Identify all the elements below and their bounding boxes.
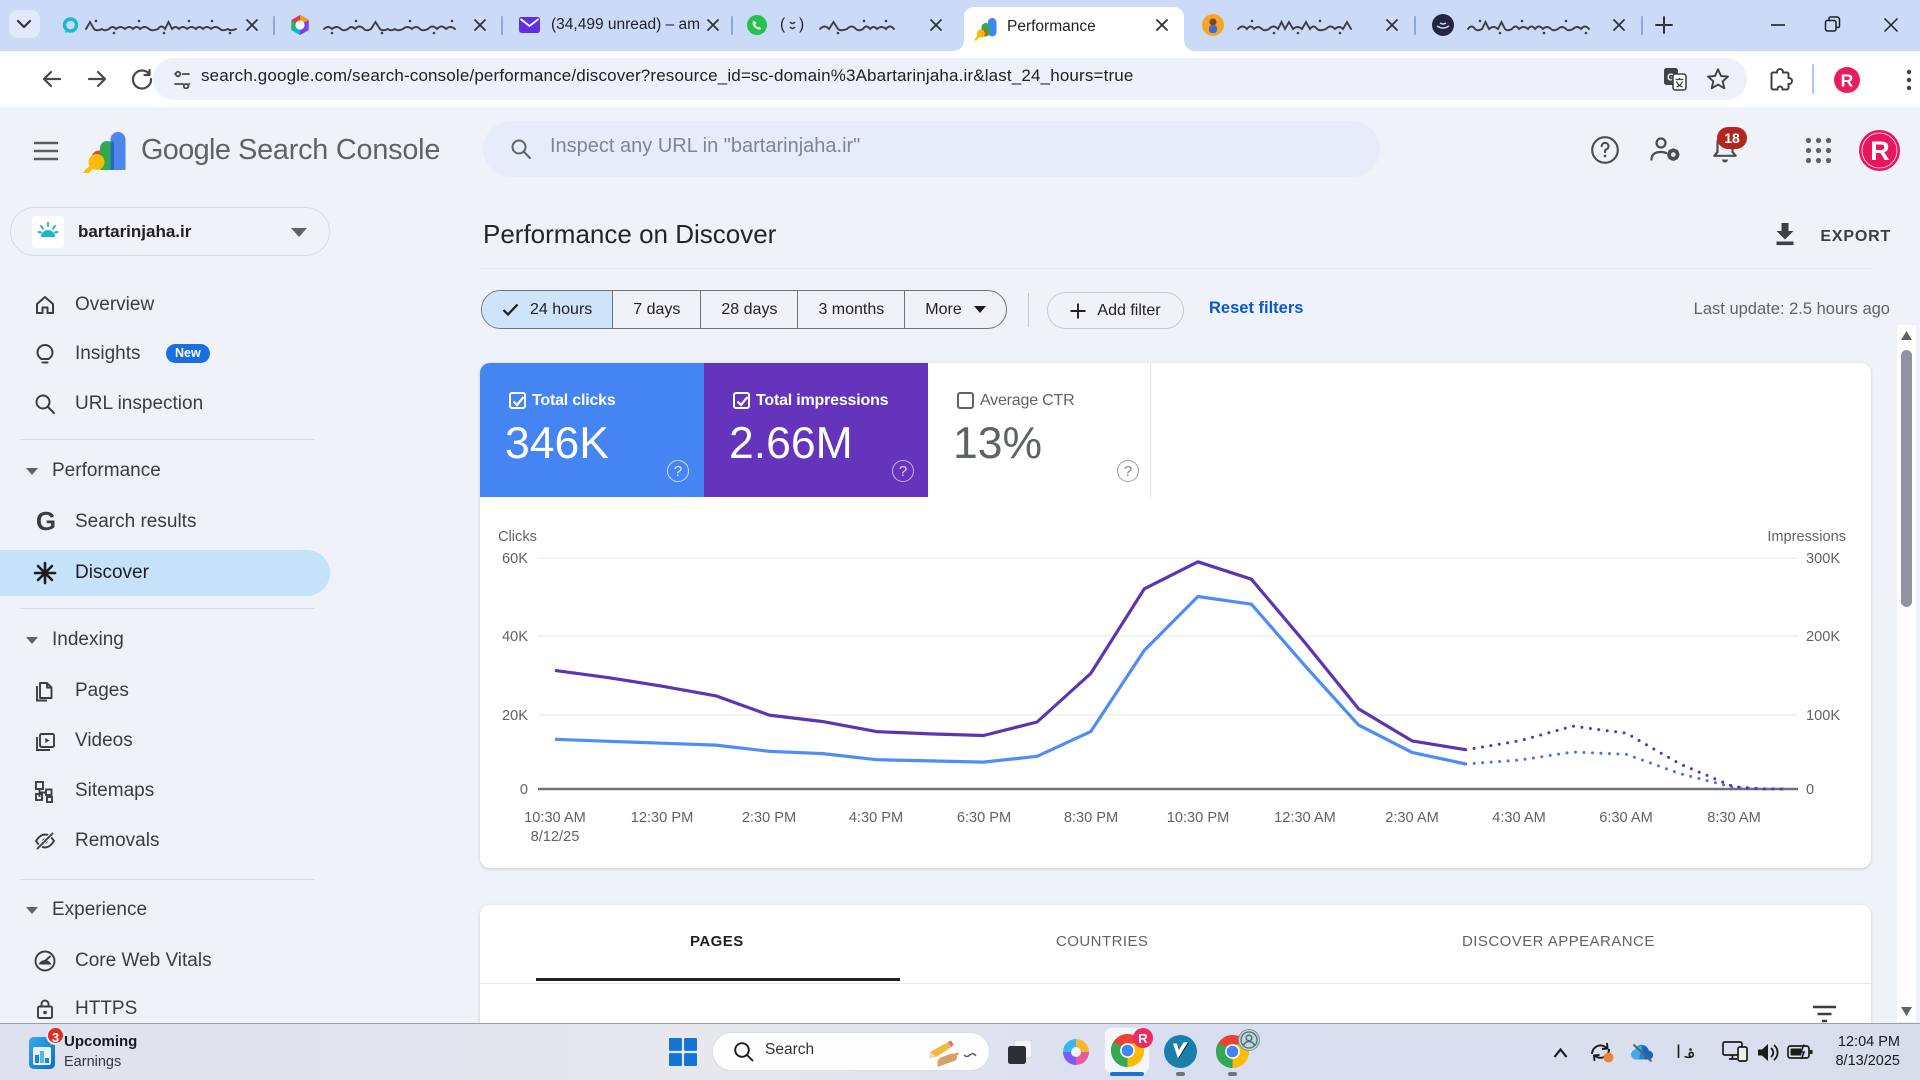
svg-text:40K: 40K [502,629,528,645]
svg-text:4:30 PM: 4:30 PM [849,810,903,826]
svg-text:6:30 PM: 6:30 PM [957,810,1011,826]
svg-text:0: 0 [520,782,528,798]
svg-text:8:30 PM: 8:30 PM [1064,810,1118,826]
svg-text:12:30 AM: 12:30 AM [1274,810,1336,826]
svg-text:Impressions: Impressions [1767,529,1846,545]
svg-text:4:30 AM: 4:30 AM [1492,810,1546,826]
svg-text:10:30 PM: 10:30 PM [1167,810,1229,826]
svg-text:6:30 AM: 6:30 AM [1599,810,1653,826]
svg-text:100K: 100K [1806,708,1840,724]
svg-text:8/12/25: 8/12/25 [531,829,580,845]
svg-text:300K: 300K [1806,551,1840,567]
svg-text:60K: 60K [502,551,528,567]
svg-text:20K: 20K [502,708,528,724]
svg-text:2:30 AM: 2:30 AM [1385,810,1439,826]
svg-text:12:30 PM: 12:30 PM [631,810,693,826]
svg-text:Clicks: Clicks [498,529,537,545]
svg-text:10:30 AM: 10:30 AM [524,810,586,826]
svg-text:8:30 AM: 8:30 AM [1707,810,1761,826]
svg-text:0: 0 [1806,782,1814,798]
svg-text:200K: 200K [1806,629,1840,645]
svg-text:R: R [1841,71,1854,91]
svg-text:2:30 PM: 2:30 PM [742,810,796,826]
svg-text:R: R [1138,1031,1148,1046]
svg-text:R: R [1870,136,1890,166]
svg-text:G: G [36,509,56,535]
